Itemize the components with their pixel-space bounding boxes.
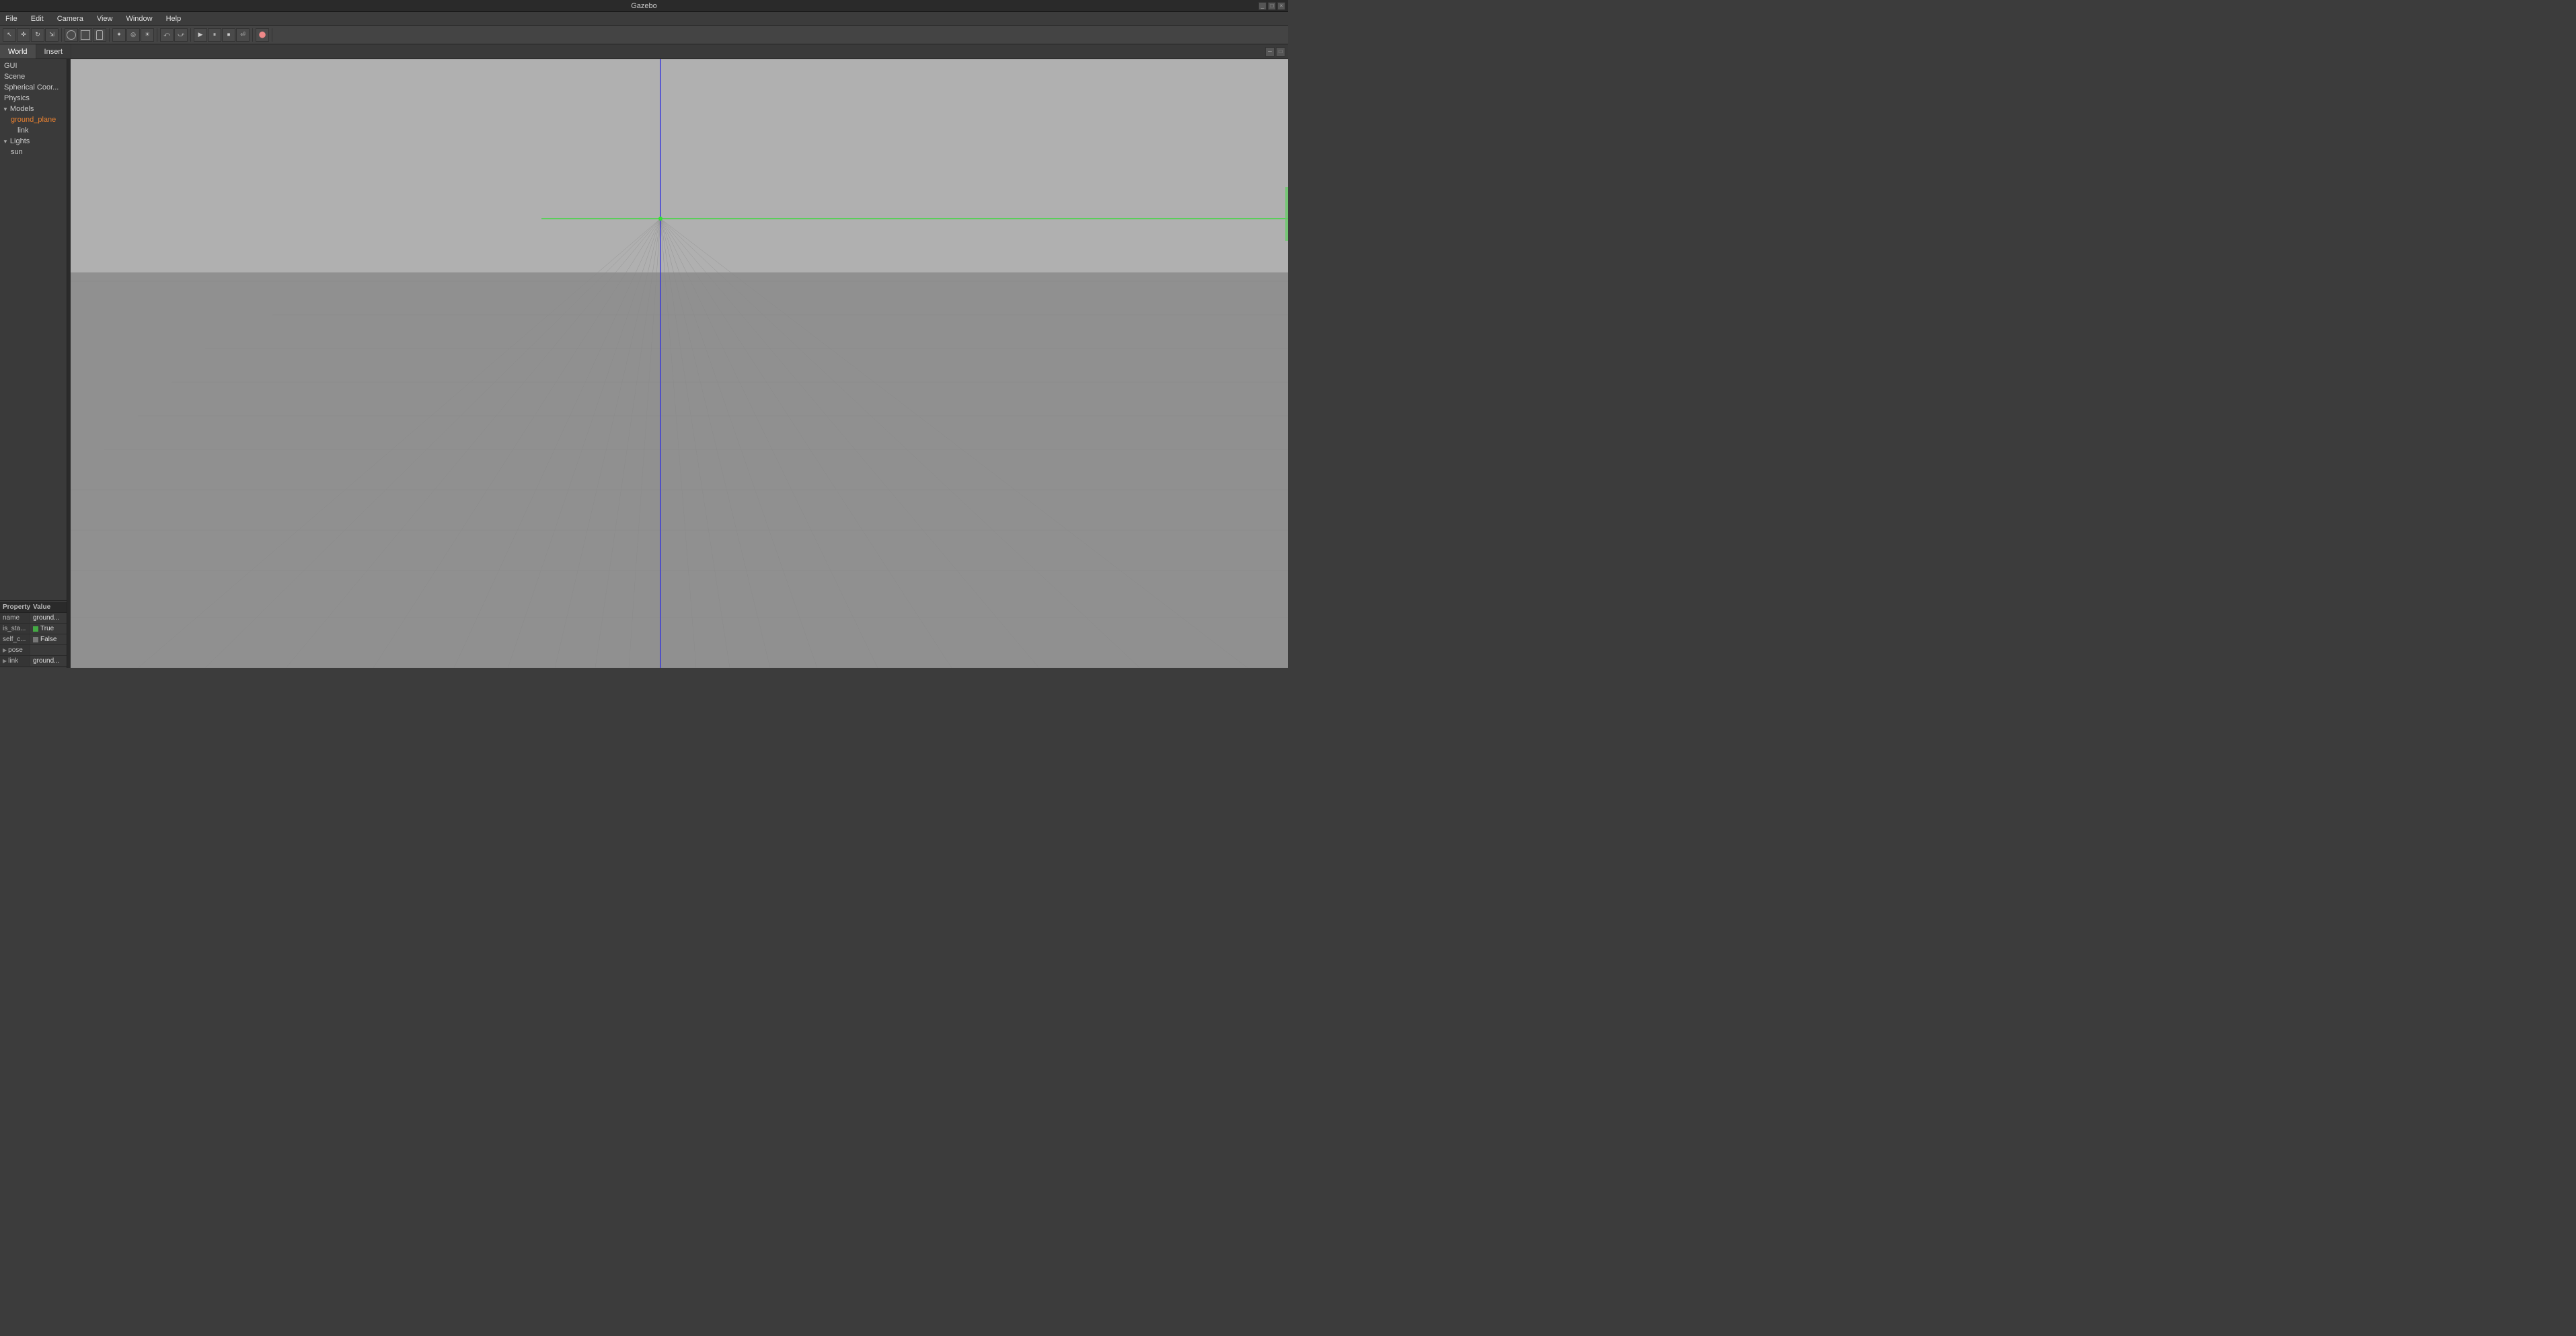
menu-help[interactable]: Help — [163, 13, 184, 24]
title-bar: Gazebo _ □ × — [0, 0, 1288, 12]
cylinder-button[interactable] — [93, 28, 106, 42]
models-arrow-icon: ▼ — [3, 106, 8, 112]
panel-minimize-button[interactable]: ─ — [1265, 47, 1275, 57]
tree-world[interactable]: GUI — [0, 61, 67, 71]
prop-key-self-collide: self_c... — [0, 634, 30, 644]
prop-key-link: ▶ link — [0, 656, 30, 666]
prop-val-name: ground... — [30, 613, 67, 623]
bool-true-indicator — [33, 626, 38, 632]
toolbar-record-group: ⬤ — [256, 28, 272, 42]
scene-canvas — [71, 59, 1288, 668]
tree-spherical-coord[interactable]: Physics — [0, 93, 67, 104]
prop-row-self-collide: self_c... False — [0, 634, 67, 645]
prop-row-is-static: is_sta... True — [0, 624, 67, 634]
toolbar-lights-group: ✦ ◎ ☀ — [112, 28, 157, 42]
sphere-button[interactable] — [65, 28, 78, 42]
pause-button[interactable]: ⏸ — [208, 28, 221, 42]
minimize-button[interactable]: _ — [1258, 2, 1266, 10]
rotate-tool-button[interactable]: ↻ — [31, 28, 44, 42]
tree-models-section[interactable]: ▼ Models — [0, 104, 67, 114]
bool-false-indicator — [33, 637, 38, 642]
box-button[interactable] — [79, 28, 92, 42]
point-light-button[interactable]: ✦ — [112, 28, 126, 42]
toolbar-shapes-group — [65, 28, 110, 42]
tree-gui[interactable]: Scene — [0, 71, 67, 82]
panel-maximize-button[interactable]: □ — [1276, 47, 1285, 57]
pose-expandable: ▶ pose — [3, 646, 27, 654]
viewport[interactable] — [71, 59, 1288, 668]
prop-row-link[interactable]: ▶ link ground... — [0, 656, 67, 667]
tab-world[interactable]: World — [0, 44, 36, 59]
prop-row-name: name ground... — [0, 613, 67, 624]
menu-edit[interactable]: Edit — [28, 13, 46, 24]
menu-file[interactable]: File — [3, 13, 20, 24]
tree-scene[interactable]: Spherical Coor... — [0, 82, 67, 93]
property-header: Property Value — [0, 602, 67, 613]
toolbar-undo-group: ⤺ ⤻ — [160, 28, 191, 42]
value-col-label: Value — [30, 602, 67, 612]
step-button[interactable]: ⏎ — [236, 28, 250, 42]
property-col-label: Property — [0, 602, 30, 612]
prop-key-name: name — [0, 613, 30, 623]
toolbar-select-group: ↖ ✜ ↻ ⇲ — [3, 28, 62, 42]
world-tree: GUI Scene Spherical Coor... Physics ▼ Mo… — [0, 59, 67, 600]
tree-link[interactable]: link — [0, 125, 67, 136]
menu-camera[interactable]: Camera — [54, 13, 86, 24]
app-title: Gazebo — [631, 2, 657, 10]
scale-tool-button[interactable]: ⇲ — [45, 28, 59, 42]
menu-window[interactable]: Window — [123, 13, 155, 24]
toolbar: ↖ ✜ ↻ ⇲ ✦ ◎ ☀ ⤺ ⤻ ▶ ⏸ ⏹ ⏎ ⬤ — [0, 26, 1288, 44]
left-panel: GUI Scene Spherical Coor... Physics ▼ Mo… — [0, 59, 67, 668]
prop-val-link: ground... — [30, 656, 67, 666]
directional-light-button[interactable]: ☀ — [141, 28, 154, 42]
menu-view[interactable]: View — [94, 13, 116, 24]
play-button[interactable]: ▶ — [194, 28, 207, 42]
menu-bar: File Edit Camera View Window Help — [0, 12, 1288, 26]
prop-val-is-static: True — [30, 624, 67, 634]
tree-sun[interactable]: sun — [0, 147, 67, 157]
maximize-button[interactable]: □ — [1268, 2, 1276, 10]
translate-tool-button[interactable]: ✜ — [17, 28, 30, 42]
property-panel: Property Value name ground... is_sta... … — [0, 600, 67, 668]
link-expandable: ▶ link — [3, 657, 27, 665]
pose-expand-icon: ▶ — [3, 647, 7, 653]
record-button[interactable]: ⬤ — [256, 28, 269, 42]
tab-insert[interactable]: Insert — [36, 44, 72, 59]
panel-tabs: World Insert ─ □ — [0, 44, 1288, 59]
prop-row-pose[interactable]: ▶ pose — [0, 645, 67, 656]
prop-val-pose — [30, 645, 67, 655]
main-layout: GUI Scene Spherical Coor... Physics ▼ Mo… — [0, 59, 1288, 668]
undo-button[interactable]: ⤺ — [160, 28, 174, 42]
redo-button[interactable]: ⤻ — [174, 28, 188, 42]
select-tool-button[interactable]: ↖ — [3, 28, 16, 42]
window-controls[interactable]: _ □ × — [1258, 2, 1285, 10]
toolbar-playback-group: ▶ ⏸ ⏹ ⏎ — [194, 28, 253, 42]
prop-key-pose: ▶ pose — [0, 645, 30, 655]
scene-ground — [71, 272, 1288, 668]
tree-ground-plane[interactable]: ground_plane — [0, 114, 67, 125]
spot-light-button[interactable]: ◎ — [126, 28, 140, 42]
close-button[interactable]: × — [1277, 2, 1285, 10]
lights-arrow-icon: ▼ — [3, 139, 8, 145]
prop-val-self-collide: False — [30, 634, 67, 644]
tree-lights-section[interactable]: ▼ Lights — [0, 136, 67, 147]
stop-button[interactable]: ⏹ — [222, 28, 235, 42]
prop-key-is-static: is_sta... — [0, 624, 30, 634]
link-expand-icon: ▶ — [3, 658, 7, 664]
